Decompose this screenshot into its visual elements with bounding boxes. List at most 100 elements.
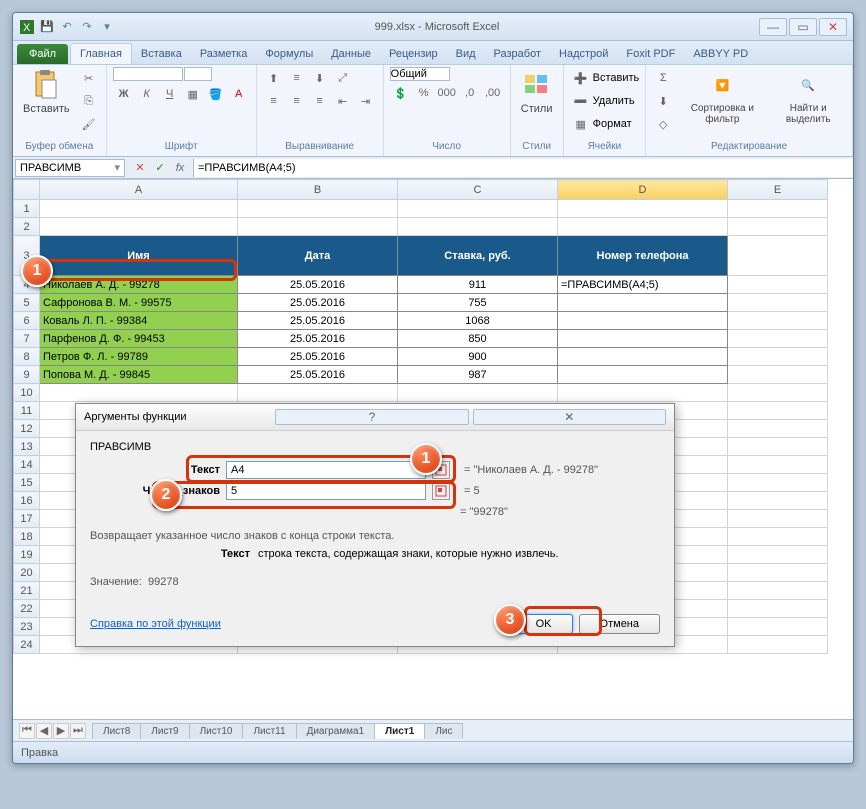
tab-data[interactable]: Данные [322, 44, 380, 64]
row-header[interactable]: 11 [14, 402, 40, 420]
row-header[interactable]: 23 [14, 618, 40, 636]
dialog-titlebar[interactable]: Аргументы функции ? ✕ [76, 404, 674, 431]
sheet-tab[interactable]: Лист10 [189, 723, 244, 739]
help-link[interactable]: Справка по этой функции [90, 618, 221, 630]
formula-input[interactable] [193, 159, 853, 177]
cell-A9[interactable]: Попова М. Д. - 99845 [40, 366, 238, 384]
row-header[interactable]: 13 [14, 438, 40, 456]
name-box[interactable]: ПРАВСИМВ▾ [15, 159, 125, 177]
dialog-help-button[interactable]: ? [275, 409, 468, 425]
cell-A8[interactable]: Петров Ф. Л. - 99789 [40, 348, 238, 366]
col-header-B[interactable]: B [238, 180, 398, 200]
row-header[interactable]: 5 [14, 294, 40, 312]
sheet-tab[interactable]: Диаграмма1 [296, 723, 376, 739]
cell-B9[interactable]: 25.05.2016 [238, 366, 398, 384]
cell-B4[interactable]: 25.05.2016 [238, 276, 398, 294]
align-top-icon[interactable]: ⬆ [263, 67, 285, 89]
orientation-icon[interactable]: ⤢ [332, 67, 354, 89]
row-header[interactable]: 2 [14, 218, 40, 236]
cell-B5[interactable]: 25.05.2016 [238, 294, 398, 312]
cell-D8[interactable] [558, 348, 728, 366]
cell-C4[interactable]: 911 [398, 276, 558, 294]
cancel-button[interactable]: Отмена [579, 614, 660, 634]
fill-icon[interactable]: ⬇ [652, 90, 674, 112]
cell-C8[interactable]: 900 [398, 348, 558, 366]
sheet-tab[interactable]: Лист9 [140, 723, 189, 739]
qat-dropdown-icon[interactable]: ▾ [99, 19, 115, 35]
arg1-input[interactable] [226, 461, 426, 479]
cell-C6[interactable]: 1068 [398, 312, 558, 330]
insert-cells[interactable]: ➕Вставить [570, 67, 640, 89]
tab-insert[interactable]: Вставка [132, 44, 191, 64]
border-icon[interactable]: ▦ [182, 83, 204, 105]
align-bottom-icon[interactable]: ⬇ [309, 67, 331, 89]
bold-icon[interactable]: Ж [113, 83, 135, 105]
col-header-D[interactable]: D [558, 180, 728, 200]
row-header[interactable]: 22 [14, 600, 40, 618]
row-header[interactable]: 20 [14, 564, 40, 582]
col-header-C[interactable]: C [398, 180, 558, 200]
fill-color-icon[interactable]: 🪣 [205, 83, 227, 105]
enter-formula-icon[interactable]: ✓ [151, 159, 169, 177]
arg2-range-picker[interactable] [432, 482, 450, 500]
number-format[interactable] [390, 67, 450, 81]
cancel-formula-icon[interactable]: ✕ [131, 159, 149, 177]
cell-A5[interactable]: Сафронова В. М. - 99575 [40, 294, 238, 312]
tab-dev[interactable]: Разработ [485, 44, 550, 64]
redo-icon[interactable]: ↷ [79, 19, 95, 35]
dialog-close-button[interactable]: ✕ [473, 409, 666, 425]
cell-A6[interactable]: Коваль Л. П. - 99384 [40, 312, 238, 330]
format-painter-icon[interactable]: 🖌 [78, 113, 100, 135]
styles-button[interactable]: Стили [517, 67, 557, 117]
row-header[interactable]: 16 [14, 492, 40, 510]
cell-D7[interactable] [558, 330, 728, 348]
row-header[interactable]: 6 [14, 312, 40, 330]
cell-D6[interactable] [558, 312, 728, 330]
font-color-icon[interactable]: A [228, 83, 250, 105]
dec-decimal-icon[interactable]: ,00 [482, 82, 504, 104]
cell-D5[interactable] [558, 294, 728, 312]
clear-icon[interactable]: ◇ [652, 113, 674, 135]
sheet-tab[interactable]: Лист8 [92, 723, 141, 739]
align-right-icon[interactable]: ≡ [309, 90, 331, 112]
tab-nav-prev[interactable]: ◀ [36, 723, 52, 739]
minimize-button[interactable]: ― [759, 18, 787, 36]
row-header[interactable]: 17 [14, 510, 40, 528]
cell-A4[interactable]: Николаев А. Д. - 99278 [40, 276, 238, 294]
tab-addins[interactable]: Надстрой [550, 44, 617, 64]
row-header[interactable]: 14 [14, 456, 40, 474]
col-header-E[interactable]: E [728, 180, 828, 200]
font-size[interactable] [184, 67, 212, 81]
col-header-A[interactable]: A [40, 180, 238, 200]
undo-icon[interactable]: ↶ [59, 19, 75, 35]
find-select-button[interactable]: 🔍 Найти и выделить [770, 67, 846, 127]
align-left-icon[interactable]: ≡ [263, 90, 285, 112]
delete-cells[interactable]: ➖Удалить [570, 90, 635, 112]
tab-layout[interactable]: Разметка [191, 44, 257, 64]
sort-filter-button[interactable]: 🔽 Сортировка и фильтр [678, 67, 766, 127]
row-header[interactable]: 10 [14, 384, 40, 402]
cell-C7[interactable]: 850 [398, 330, 558, 348]
copy-icon[interactable]: ⎘ [78, 90, 100, 112]
cell-A7[interactable]: Парфенов Д. Ф. - 99453 [40, 330, 238, 348]
header-date[interactable]: Дата [238, 236, 398, 276]
format-cells[interactable]: ▦Формат [570, 113, 632, 135]
tab-view[interactable]: Вид [447, 44, 485, 64]
fx-icon[interactable]: fx [171, 159, 189, 177]
underline-icon[interactable]: Ч [159, 83, 181, 105]
percent-icon[interactable]: % [413, 82, 435, 104]
file-tab[interactable]: Файл [17, 44, 68, 64]
row-header[interactable]: 19 [14, 546, 40, 564]
sheet-tab[interactable]: Лист1 [374, 723, 425, 739]
row-header[interactable]: 8 [14, 348, 40, 366]
align-center-icon[interactable]: ≡ [286, 90, 308, 112]
select-all-corner[interactable] [14, 180, 40, 200]
currency-icon[interactable]: 💲 [390, 82, 412, 104]
maximize-button[interactable]: ▭ [789, 18, 817, 36]
tab-foxit[interactable]: Foxit PDF [617, 44, 684, 64]
tab-nav-next[interactable]: ▶ [53, 723, 69, 739]
comma-icon[interactable]: 000 [436, 82, 458, 104]
sheet-tab[interactable]: Лис [424, 723, 463, 739]
row-header[interactable]: 18 [14, 528, 40, 546]
italic-icon[interactable]: К [136, 83, 158, 105]
